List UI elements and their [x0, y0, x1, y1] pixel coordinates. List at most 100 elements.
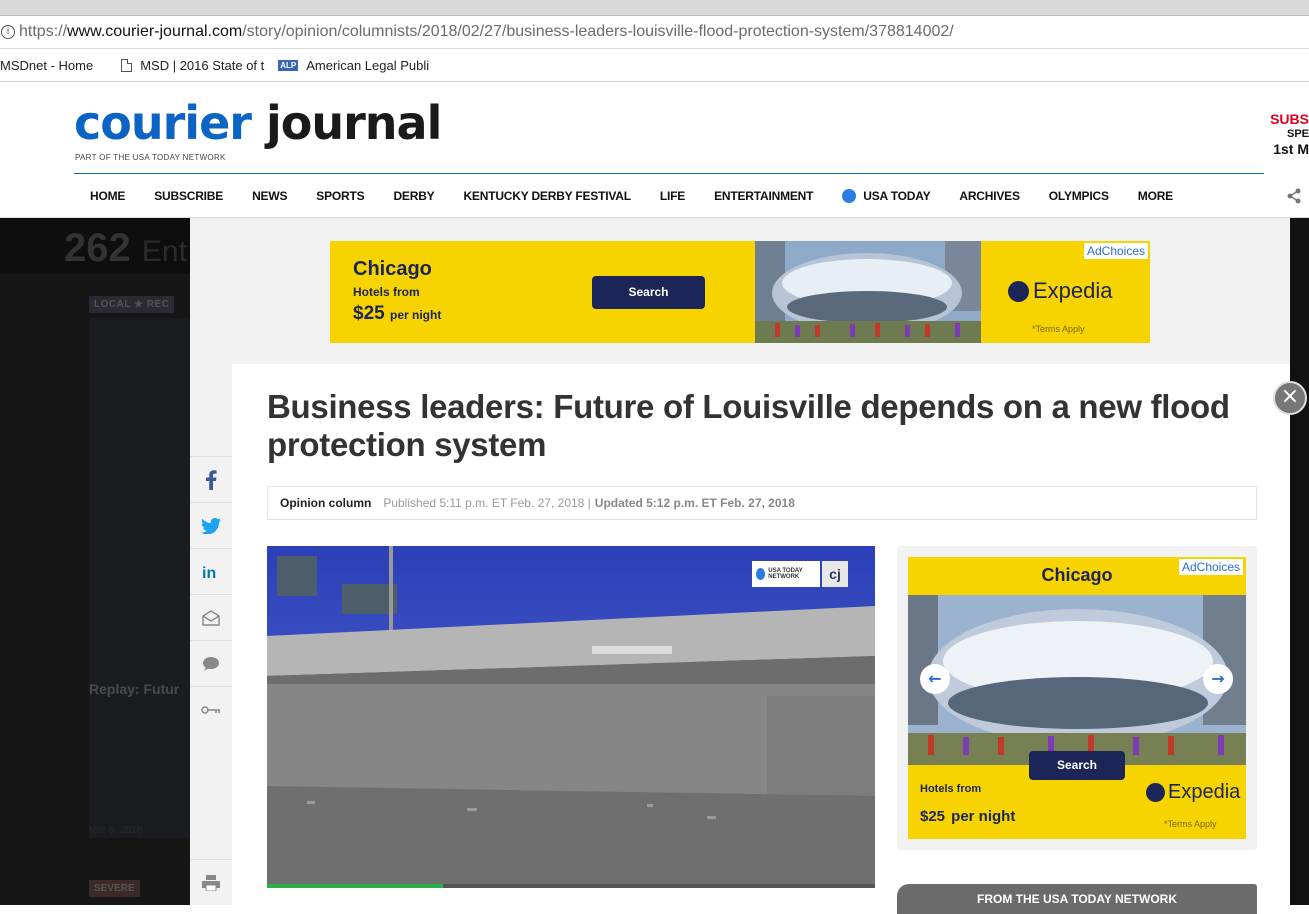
- nav-usa-today[interactable]: USA TODAY: [842, 188, 931, 203]
- share-icon[interactable]: [1285, 187, 1303, 205]
- bean-sculpture-image: [908, 595, 1246, 765]
- sidebar-ad[interactable]: Chicago AdChoices ← → Search Hotels from…: [908, 557, 1246, 839]
- cj-logo: cj: [822, 561, 848, 587]
- nav-life[interactable]: LIFE: [660, 189, 685, 203]
- ad-terms: *Terms Apply: [1032, 324, 1085, 334]
- nav-sports[interactable]: SPORTS: [316, 189, 364, 203]
- logo-tagline: PART OF THE USA TODAY NETWORK: [75, 153, 226, 162]
- bg-right-edge: [1290, 218, 1309, 905]
- bookmarks-bar: MSDnet - Home MSD | 2016 State of t ALP A…: [0, 49, 1309, 82]
- bg-date: Mar 5, 2018: [89, 825, 143, 836]
- special-line: SPE: [1286, 128, 1309, 140]
- nav-olympics[interactable]: OLYMPICS: [1049, 189, 1109, 203]
- published-date: Published 5:11 p.m. ET Feb. 27, 2018 |: [383, 496, 591, 510]
- url-text[interactable]: https://www.courier-journal.com/story/op…: [19, 23, 954, 41]
- bg-tag: LOCAL ★ REC: [89, 296, 175, 313]
- ad-next-arrow[interactable]: →: [1203, 664, 1233, 694]
- link-share-button[interactable]: [190, 686, 232, 732]
- usa-today-dot-icon: [842, 188, 857, 203]
- bookmark-msd-state[interactable]: MSD | 2016 State of t: [107, 58, 264, 73]
- document-icon: [121, 58, 133, 72]
- expedia-plane-icon: [1008, 280, 1029, 302]
- nav-derby[interactable]: DERBY: [393, 189, 434, 203]
- expedia-label: Expedia: [1168, 781, 1241, 803]
- main-nav: HOME SUBSCRIBE NEWS SPORTS DERBY KENTUCK…: [0, 174, 1309, 218]
- expedia-logo: Expedia: [1008, 278, 1113, 304]
- ad-hotels-from: Hotels from: [920, 783, 982, 795]
- usa-today-logo-text: USA TODAY NETWORK: [768, 568, 803, 580]
- nav-subscribe[interactable]: SUBSCRIBE: [154, 189, 223, 203]
- svg-text:in: in: [202, 565, 216, 581]
- video-logos: USA TODAY NETWORK cj: [752, 561, 848, 587]
- video-progress-fill: [267, 884, 444, 888]
- usa-today-dot-icon: [756, 568, 766, 580]
- bg-replay-title: Replay: Futur: [89, 681, 180, 697]
- bookmark-label: MSDnet - Home: [0, 57, 94, 73]
- article-section[interactable]: Opinion column: [280, 496, 371, 510]
- site-header: courier journal PART OF THE USA TODAY NE…: [0, 82, 1309, 174]
- bean-sculpture-image: [755, 241, 981, 343]
- bookmark-label: American Legal Publi: [306, 57, 430, 73]
- article-meta: Opinion column Published 5:11 p.m. ET Fe…: [267, 486, 1257, 520]
- adchoices-link[interactable]: AdChoices: [1083, 243, 1148, 259]
- ad-search-button[interactable]: Search: [1029, 751, 1125, 780]
- address-bar[interactable]: i https://www.courier-journal.com/story/…: [0, 16, 1309, 49]
- facebook-icon: [206, 469, 217, 490]
- bg-count-label: Ent: [141, 235, 187, 268]
- linkedin-share-button[interactable]: in: [190, 548, 232, 594]
- print-icon: [202, 874, 220, 891]
- nav-more[interactable]: MORE: [1138, 189, 1173, 203]
- nav-kentucky-derby-festival[interactable]: KENTUCKY DERBY FESTIVAL: [463, 189, 631, 203]
- linkedin-icon: in: [202, 565, 216, 581]
- close-button[interactable]: ×: [1273, 381, 1307, 415]
- nav-home[interactable]: HOME: [90, 189, 125, 203]
- bg-count: 262 Ent: [64, 226, 187, 271]
- nav-archives[interactable]: ARCHIVES: [959, 189, 1020, 203]
- expedia-label: Expedia: [1033, 278, 1113, 303]
- ad-price: $25 per night: [920, 801, 1015, 827]
- nav-news[interactable]: NEWS: [252, 189, 287, 203]
- twitter-share-button[interactable]: [190, 502, 232, 548]
- ad-price: $25 per night: [353, 303, 441, 325]
- expedia-plane-icon: [1146, 783, 1165, 802]
- facebook-share-button[interactable]: [190, 456, 232, 502]
- social-share-rail: in: [190, 364, 232, 905]
- nav-entertainment[interactable]: ENTERTAINMENT: [714, 189, 813, 203]
- twitter-icon: [201, 517, 221, 534]
- from-network-header[interactable]: FROM THE USA TODAY NETWORK: [897, 884, 1257, 914]
- ad-city: Chicago: [353, 258, 432, 280]
- subscribe-promo[interactable]: SUBS SPE 1st M: [1270, 112, 1309, 157]
- site-logo[interactable]: courier journal: [74, 98, 442, 148]
- ad-per-night: per night: [951, 808, 1016, 825]
- ad-terms: *Terms Apply: [1164, 819, 1217, 829]
- article-title: Business leaders: Future of Louisville d…: [267, 388, 1230, 463]
- print-button[interactable]: [190, 859, 232, 905]
- ad-per-night: per night: [389, 308, 442, 322]
- banner-ad[interactable]: Chicago Hotels from $25 per night Search…: [330, 241, 1150, 343]
- video-progress-bar[interactable]: [267, 884, 875, 888]
- comment-icon: [203, 656, 219, 671]
- ad-price-value: $25: [920, 808, 946, 825]
- email-icon: [202, 609, 220, 626]
- bg-image: [89, 318, 191, 838]
- ad-hotels-from: Hotels from: [353, 285, 420, 299]
- adchoices-link[interactable]: AdChoices: [1178, 559, 1243, 575]
- email-share-button[interactable]: [190, 594, 232, 640]
- expedia-logo: Expedia: [1146, 781, 1240, 804]
- nav-label: USA TODAY: [863, 188, 931, 203]
- updated-date: Updated 5:12 p.m. ET Feb. 27, 2018: [594, 496, 795, 510]
- alp-icon: ALP: [278, 59, 299, 71]
- bookmark-american-legal[interactable]: ALP American Legal Publi: [278, 58, 429, 73]
- info-icon[interactable]: i: [1, 25, 15, 39]
- bg-severe-tag: SEVERE: [89, 880, 140, 897]
- bookmark-msdnet[interactable]: MSDnet - Home: [0, 58, 93, 73]
- link-icon: [201, 705, 220, 714]
- browser-tab-strip[interactable]: [0, 0, 1309, 16]
- ad-price-value: $25: [353, 303, 385, 324]
- comment-button[interactable]: [190, 640, 232, 686]
- usa-today-network-logo: USA TODAY NETWORK: [752, 561, 820, 587]
- ad-prev-arrow[interactable]: ←: [920, 664, 950, 694]
- article-video[interactable]: [267, 546, 875, 888]
- ad-search-button[interactable]: Search: [592, 276, 705, 309]
- offer-line: 1st M: [1273, 141, 1309, 157]
